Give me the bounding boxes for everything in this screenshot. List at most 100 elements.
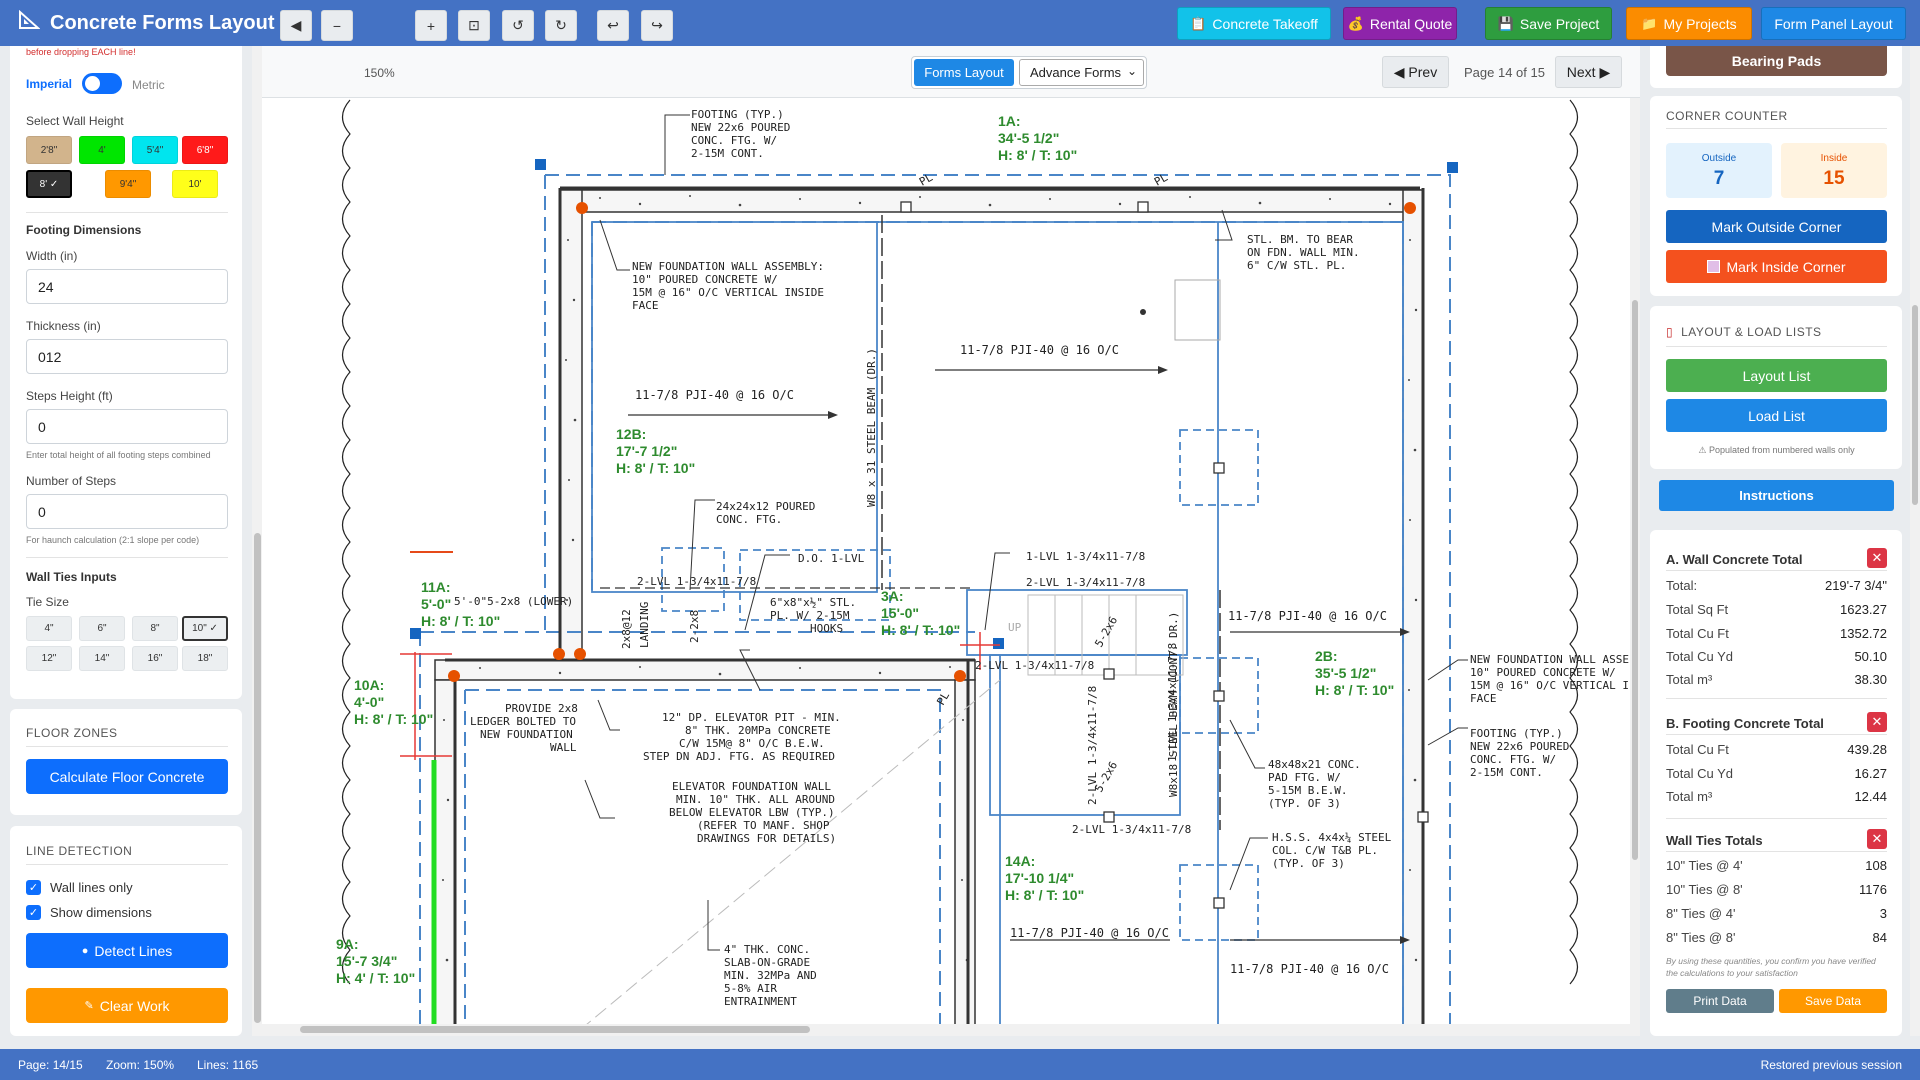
pan-left-button[interactable]: ◀ bbox=[280, 10, 312, 41]
rental-quote-button[interactable]: 💰 Rental Quote bbox=[1343, 7, 1457, 40]
thickness-input[interactable]: 012 bbox=[26, 339, 228, 374]
mark-inside-corner-button[interactable]: Mark Inside Corner bbox=[1666, 250, 1887, 283]
svg-text:11-7/8 PJI-40 @ 16 O/C: 11-7/8 PJI-40 @ 16 O/C bbox=[635, 388, 794, 402]
undo-button[interactable]: ↩ bbox=[597, 10, 629, 41]
line-detection-title: LINE DETECTION bbox=[26, 844, 133, 858]
svg-text:6"x8"x½" STL.: 6"x8"x½" STL. bbox=[770, 596, 856, 609]
right-scrollbar-thumb[interactable] bbox=[1912, 305, 1918, 505]
svg-text:2-LVL 1-3/4x11-7/8: 2-LVL 1-3/4x11-7/8 bbox=[637, 575, 756, 588]
detect-lines-button[interactable]: ● Detect Lines bbox=[26, 933, 228, 968]
prev-page-button[interactable]: ◀ Prev bbox=[1382, 56, 1449, 88]
layout-list-button[interactable]: Layout List bbox=[1666, 359, 1887, 392]
svg-text:15M @ 16" O/C VERTICAL I: 15M @ 16" O/C VERTICAL I bbox=[1470, 679, 1629, 692]
floor-plan-drawing[interactable]: FOOTING (TYP.) NEW 22x6 POURED CONC. FTG… bbox=[262, 98, 1640, 1036]
save-data-button[interactable]: Save Data bbox=[1779, 989, 1887, 1013]
redo-icon: ↪ bbox=[651, 17, 663, 33]
next-page-button[interactable]: Next ▶ bbox=[1555, 56, 1622, 88]
clear-footing-concrete-button[interactable]: ✕ bbox=[1867, 712, 1887, 732]
svg-text:24x24x12 POURED: 24x24x12 POURED bbox=[716, 500, 815, 513]
wall-lines-checkbox[interactable]: ✓ Wall lines only bbox=[26, 880, 133, 895]
divider bbox=[1666, 570, 1887, 571]
wall-ties-title: Wall Ties Inputs bbox=[26, 570, 117, 584]
clear-wall-concrete-button[interactable]: ✕ bbox=[1867, 548, 1887, 568]
zoom-out-button[interactable]: − bbox=[321, 10, 353, 41]
fit-button[interactable]: ⊡ bbox=[458, 10, 490, 41]
svg-text:(REFER TO MANF. SHOP: (REFER TO MANF. SHOP bbox=[697, 819, 830, 832]
canvas-vertical-scrollbar-thumb[interactable] bbox=[1632, 300, 1638, 860]
zoom-level: 150% bbox=[364, 66, 395, 80]
units-toggle[interactable] bbox=[82, 73, 122, 94]
inside-counter: Inside 15 bbox=[1781, 143, 1887, 198]
svg-text:CONC. FTG.: CONC. FTG. bbox=[716, 513, 782, 526]
tie-14-button[interactable]: 14" bbox=[79, 646, 125, 671]
redo-button[interactable]: ↪ bbox=[641, 10, 673, 41]
drawing-canvas[interactable]: FOOTING (TYP.) NEW 22x6 POURED CONC. FTG… bbox=[262, 98, 1640, 1036]
folder-icon: 📁 bbox=[1641, 15, 1658, 31]
clear-work-button[interactable]: ✎ Clear Work bbox=[26, 988, 228, 1023]
zoom-in-button[interactable]: + bbox=[415, 10, 447, 41]
close-icon: ✕ bbox=[1871, 550, 1883, 565]
note-foundation-wall: NEW FOUNDATION WALL ASSEMBLY: bbox=[632, 260, 824, 273]
steps-height-input[interactable]: 0 bbox=[26, 409, 228, 444]
svg-text:CONC. FTG. W/: CONC. FTG. W/ bbox=[1470, 753, 1556, 766]
height-4ft-button[interactable]: 4' bbox=[79, 136, 125, 164]
svg-text:1-LVL 1-3/4x11-7/8: 1-LVL 1-3/4x11-7/8 bbox=[1026, 550, 1145, 563]
mark-outside-corner-button[interactable]: Mark Outside Corner bbox=[1666, 210, 1887, 243]
tie-8-button[interactable]: 8" bbox=[132, 616, 178, 641]
show-dimensions-checkbox[interactable]: ✓ Show dimensions bbox=[26, 905, 152, 920]
height-10ft-button[interactable]: 10' bbox=[172, 170, 218, 198]
forms-layout-tab[interactable]: Forms Layout bbox=[914, 59, 1014, 86]
height-9ft4-button[interactable]: 9'4" bbox=[105, 170, 151, 198]
canvas-horizontal-scrollbar-thumb[interactable] bbox=[300, 1026, 810, 1033]
calculate-floor-button[interactable]: Calculate Floor Concrete bbox=[26, 759, 228, 794]
load-list-button[interactable]: Load List bbox=[1666, 399, 1887, 432]
steps-height-hint: Enter total height of all footing steps … bbox=[26, 450, 211, 460]
clear-wall-ties-button[interactable]: ✕ bbox=[1867, 829, 1887, 849]
wall-ties-totals-title: Wall Ties Totals bbox=[1666, 833, 1763, 848]
tie-10-button[interactable]: 10" ✓ bbox=[182, 616, 228, 641]
svg-text:HOOKS: HOOKS bbox=[810, 622, 843, 635]
bearing-pads-button[interactable]: Bearing Pads bbox=[1666, 46, 1887, 76]
svg-text:H: 8' / T: 10": H: 8' / T: 10" bbox=[881, 622, 960, 638]
height-6ft8-button[interactable]: 6'8" bbox=[182, 136, 228, 164]
concrete-takeoff-button[interactable]: 📋 Concrete Takeoff bbox=[1177, 7, 1331, 40]
tie-18-button[interactable]: 18" bbox=[182, 646, 228, 671]
tie-12-button[interactable]: 12" bbox=[26, 646, 72, 671]
right-scrollbar[interactable] bbox=[1910, 46, 1920, 1036]
wall-label-2b: 2B: bbox=[1315, 648, 1338, 664]
svg-text:4'-0": 4'-0" bbox=[354, 694, 384, 710]
width-input[interactable]: 24 bbox=[26, 269, 228, 304]
instructions-button[interactable]: Instructions bbox=[1659, 480, 1894, 511]
eraser-icon: ✎ bbox=[84, 1000, 94, 1012]
floor-zones-title: FLOOR ZONES bbox=[26, 726, 118, 740]
svg-text:MIN. 32MPa AND: MIN. 32MPa AND bbox=[724, 969, 817, 982]
svg-text:UP: UP bbox=[1008, 621, 1022, 634]
rotate-right-button[interactable]: ↻ bbox=[545, 10, 577, 41]
rotate-left-button[interactable]: ↺ bbox=[502, 10, 534, 41]
print-data-button[interactable]: Print Data bbox=[1666, 989, 1774, 1013]
height-2ft8-button[interactable]: 2'8" bbox=[26, 136, 72, 164]
check-icon: ✓ bbox=[26, 880, 41, 895]
clipboard-icon: 📋 bbox=[1190, 15, 1207, 31]
wall-concrete-title: A. Wall Concrete Total bbox=[1666, 552, 1803, 567]
tie-4-button[interactable]: 4" bbox=[26, 616, 72, 641]
left-scrollbar-thumb[interactable] bbox=[254, 533, 261, 1023]
my-projects-button[interactable]: 📁 My Projects bbox=[1626, 7, 1752, 40]
save-project-button[interactable]: 💾 Save Project bbox=[1485, 7, 1612, 40]
wall-label-1a: 1A: bbox=[998, 113, 1021, 129]
height-8ft-button[interactable]: 8' ✓ bbox=[26, 170, 72, 198]
status-session: Restored previous session bbox=[1760, 1058, 1902, 1072]
divider bbox=[1666, 128, 1887, 129]
tie-16-button[interactable]: 16" bbox=[132, 646, 178, 671]
rotate-right-icon: ↻ bbox=[555, 17, 567, 33]
num-steps-input[interactable]: 0 bbox=[26, 494, 228, 529]
svg-text:STEP DN ADJ. FTG. AS REQUIRED: STEP DN ADJ. FTG. AS REQUIRED bbox=[643, 750, 835, 763]
advance-forms-select[interactable]: Advance Forms ⌄ bbox=[1019, 59, 1144, 86]
form-panel-layout-button[interactable]: Form Panel Layout bbox=[1761, 7, 1906, 40]
svg-text:2-LVL 1-3/4x11-7/8: 2-LVL 1-3/4x11-7/8 bbox=[975, 659, 1094, 672]
height-5ft4-button[interactable]: 5'4" bbox=[132, 136, 178, 164]
tie-6-button[interactable]: 6" bbox=[79, 616, 125, 641]
divider bbox=[1666, 851, 1887, 852]
svg-text:MIN. 10" THK. ALL AROUND: MIN. 10" THK. ALL AROUND bbox=[676, 793, 835, 806]
svg-text:48x48x21 CONC.: 48x48x21 CONC. bbox=[1268, 758, 1361, 771]
